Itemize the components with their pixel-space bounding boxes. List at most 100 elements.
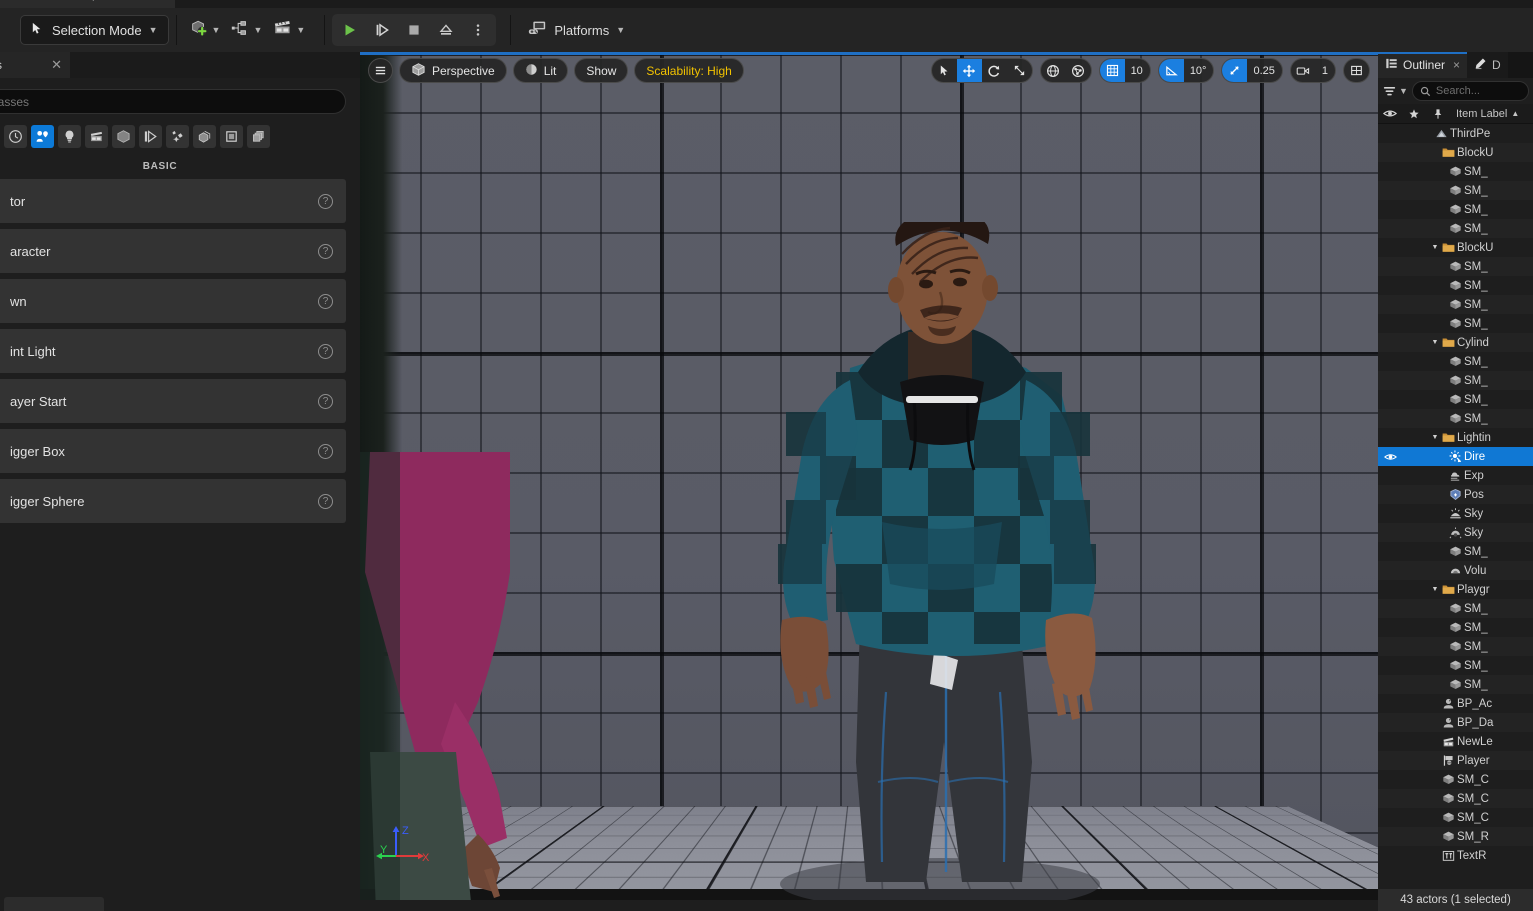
close-icon[interactable]: × xyxy=(1453,58,1460,72)
help-icon[interactable]: ? xyxy=(318,294,333,309)
cinematics-button[interactable]: ▼ xyxy=(267,15,310,45)
actor-item-character[interactable]: aracter ? xyxy=(0,229,346,273)
select-tool-button[interactable] xyxy=(932,59,957,82)
help-icon[interactable]: ? xyxy=(318,394,333,409)
outliner-row[interactable]: ▼BlockU xyxy=(1378,238,1533,257)
outliner-row[interactable]: BP_Da xyxy=(1378,713,1533,732)
outliner-row[interactable]: SM_ xyxy=(1378,675,1533,694)
camera-speed-value[interactable]: 1 xyxy=(1316,65,1335,77)
actor-item-player-start[interactable]: ayer Start ? xyxy=(0,379,346,423)
outliner-row[interactable]: SM_ xyxy=(1378,599,1533,618)
outliner-row[interactable]: SM_ xyxy=(1378,371,1533,390)
help-icon[interactable]: ? xyxy=(318,494,333,509)
category-recently-placed[interactable] xyxy=(4,125,27,148)
tab-outliner[interactable]: Outliner × xyxy=(1378,52,1467,78)
search-classes-input[interactable]: lasses xyxy=(0,89,346,114)
outliner-row[interactable]: SM_C xyxy=(1378,770,1533,789)
outliner-row[interactable]: ▼Lightin xyxy=(1378,428,1533,447)
outliner-row[interactable]: SM_ xyxy=(1378,637,1533,656)
category-geometry[interactable] xyxy=(193,125,216,148)
outliner-row[interactable]: Sky xyxy=(1378,523,1533,542)
row-disclosure-triangle[interactable]: ▼ xyxy=(1430,434,1440,441)
outliner-row[interactable]: TextR xyxy=(1378,846,1533,865)
main-character[interactable] xyxy=(700,222,1170,900)
category-cinematic[interactable] xyxy=(85,125,108,148)
visibility-column-header[interactable] xyxy=(1378,108,1402,119)
close-icon[interactable]: ✕ xyxy=(51,57,62,73)
grid-snap-toggle[interactable] xyxy=(1100,59,1125,82)
actor-item-actor[interactable]: tor ? xyxy=(0,179,346,223)
outliner-row[interactable]: ThirdPe xyxy=(1378,124,1533,143)
viewport-layout-button[interactable] xyxy=(1344,59,1369,82)
outliner-row[interactable]: SM_R xyxy=(1378,827,1533,846)
outliner-row[interactable]: ▼Playgr xyxy=(1378,580,1533,599)
outliner-row[interactable]: SM_ xyxy=(1378,181,1533,200)
outliner-row[interactable]: Pos xyxy=(1378,485,1533,504)
outliner-row[interactable]: SM_ xyxy=(1378,390,1533,409)
category-basic[interactable] xyxy=(31,125,54,148)
angle-snap-value[interactable]: 10° xyxy=(1184,65,1214,77)
outliner-row[interactable]: SM_ xyxy=(1378,200,1533,219)
outliner-row[interactable]: SM_ xyxy=(1378,219,1533,238)
viewport-menu-button[interactable] xyxy=(368,58,393,83)
camera-mode-button[interactable]: Perspective xyxy=(399,58,507,83)
outliner-row[interactable]: SM_ xyxy=(1378,542,1533,561)
actor-item-point-light[interactable]: int Light ? xyxy=(0,329,346,373)
actor-item-pawn[interactable]: wn ? xyxy=(0,279,346,323)
angle-snap-toggle[interactable] xyxy=(1159,59,1184,82)
row-disclosure-triangle[interactable]: ▼ xyxy=(1430,586,1440,593)
outliner-row[interactable]: SM_ xyxy=(1378,295,1533,314)
outliner-row[interactable]: SM_ xyxy=(1378,314,1533,333)
skip-play-button[interactable] xyxy=(367,16,397,44)
level-tab[interactable]: ThirdPersonMap xyxy=(0,0,175,8)
surface-snapping-button[interactable] xyxy=(1066,59,1091,82)
outliner-row[interactable]: SM_C xyxy=(1378,808,1533,827)
play-options-button[interactable] xyxy=(463,16,493,44)
category-volumes[interactable] xyxy=(166,125,189,148)
scale-tool-button[interactable] xyxy=(1007,59,1032,82)
outliner-row[interactable]: SM_ xyxy=(1378,257,1533,276)
actor-item-trigger-sphere[interactable]: igger Sphere ? xyxy=(0,479,346,523)
outliner-row[interactable]: Dire xyxy=(1378,447,1533,466)
add-actor-button[interactable]: ▼ xyxy=(184,15,226,45)
play-button[interactable] xyxy=(335,16,365,44)
actor-item-trigger-box[interactable]: igger Box ? xyxy=(0,429,346,473)
outliner-tree[interactable]: ThirdPeBlockUSM_SM_SM_SM_▼BlockUSM_SM_SM… xyxy=(1378,124,1533,875)
outliner-row[interactable]: Sky xyxy=(1378,504,1533,523)
tab-place-actors[interactable]: rs ✕ xyxy=(0,52,70,78)
help-icon[interactable]: ? xyxy=(318,444,333,459)
move-tool-button[interactable] xyxy=(957,59,982,82)
outliner-row[interactable]: BP_Ac xyxy=(1378,694,1533,713)
scale-snap-value[interactable]: 0.25 xyxy=(1247,65,1281,77)
outliner-row[interactable]: SM_ xyxy=(1378,656,1533,675)
grid-snap-value[interactable]: 10 xyxy=(1125,65,1150,77)
outliner-row[interactable]: SM_ xyxy=(1378,162,1533,181)
favorite-column-header[interactable] xyxy=(1402,108,1426,120)
outliner-filter-button[interactable]: ▼ xyxy=(1382,84,1408,99)
world-coordinates-button[interactable] xyxy=(1041,59,1066,82)
category-all-classes[interactable] xyxy=(220,125,243,148)
show-menu-button[interactable]: Show xyxy=(574,58,628,83)
category-lights[interactable] xyxy=(58,125,81,148)
tab-details[interactable]: D xyxy=(1467,52,1508,78)
level-viewport[interactable]: Perspective Lit Show Scalability: High xyxy=(360,52,1378,900)
outliner-row[interactable]: NewLe xyxy=(1378,732,1533,751)
outliner-search-input[interactable]: Search... xyxy=(1412,81,1529,101)
outliner-row[interactable]: Volu xyxy=(1378,561,1533,580)
scalability-warning[interactable]: Scalability: High xyxy=(634,58,743,83)
scale-snap-toggle[interactable] xyxy=(1222,59,1247,82)
bottom-left-corner-tab[interactable] xyxy=(4,897,104,911)
outliner-row[interactable]: Exp xyxy=(1378,466,1533,485)
rotate-tool-button[interactable] xyxy=(982,59,1007,82)
row-disclosure-triangle[interactable]: ▼ xyxy=(1430,339,1440,346)
row-visibility-icon[interactable] xyxy=(1378,452,1402,462)
category-visual-effects[interactable] xyxy=(139,125,162,148)
camera-speed-button[interactable] xyxy=(1291,59,1316,82)
row-disclosure-triangle[interactable]: ▼ xyxy=(1430,244,1440,251)
outliner-row[interactable]: ▼Cylind xyxy=(1378,333,1533,352)
help-icon[interactable]: ? xyxy=(318,194,333,209)
outliner-row[interactable]: SM_ xyxy=(1378,276,1533,295)
view-mode-button[interactable]: Lit xyxy=(513,58,569,83)
category-shapes[interactable] xyxy=(112,125,135,148)
stop-button[interactable] xyxy=(399,16,429,44)
